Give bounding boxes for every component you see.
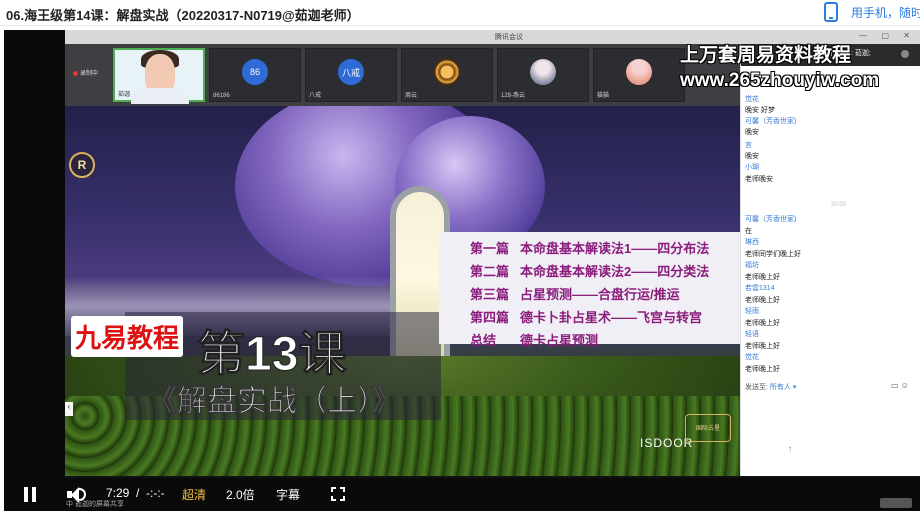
participant-tile-1: 86 86186 xyxy=(209,48,301,102)
brand-logo-icon: R xyxy=(69,152,95,178)
chat-message: 老师晚安 xyxy=(745,176,773,183)
shared-slide: R ‹ 第13课 九易教程 《解盘实战（上）》 第一篇 本命盘基本解读法1——四分… xyxy=(65,106,740,476)
chat-message: 老师晚上好 xyxy=(745,366,780,373)
participant-tile-4: 128-燕云 xyxy=(497,48,589,102)
chat-sender: 轻雨 xyxy=(745,308,759,315)
toc-part: 第四篇 xyxy=(470,310,510,325)
chat-send-target[interactable]: 发送至: 所有人 ▾ xyxy=(745,382,796,392)
chat-close-icon[interactable] xyxy=(901,50,909,58)
participant-name: 86186 xyxy=(213,93,230,99)
participant-avatar: 86 xyxy=(242,59,268,85)
toc-item: 第四篇 德卡卜卦占星术——飞宫与转宫 xyxy=(470,307,702,326)
fullscreen-icon[interactable] xyxy=(331,487,345,501)
video-player[interactable]: 腾讯会议 — ▢ ✕ 录制中 茹迦 86 86186 八戒 八戒 周云 128-… xyxy=(4,30,920,511)
participant-name: 猫猫 xyxy=(597,93,610,99)
video-title: 06.海王级第14课：解盘实战（20220317-N0719@茹迦老师） xyxy=(6,8,360,23)
watermark-text: 上万套周易资料教程 xyxy=(680,45,852,66)
chat-sender: 觉花 xyxy=(745,354,759,361)
chat-message: 老师晚上好 xyxy=(745,297,780,304)
slide-nav-arrow-icon[interactable]: ‹ xyxy=(65,402,73,416)
chat-sender: 若雲1314 xyxy=(745,285,775,292)
chat-send-icon[interactable]: ↑ xyxy=(788,444,792,453)
chat-sender: 觉花 xyxy=(745,96,759,103)
recording-indicator: 录制中 xyxy=(73,68,98,77)
participant-name: 茹迦 xyxy=(118,92,131,98)
chat-sender: 琳西 xyxy=(745,239,759,246)
brand-tag: 九易教程 xyxy=(71,316,184,357)
participant-name: 128-燕云 xyxy=(501,93,526,99)
participant-tile-3: 周云 xyxy=(401,48,493,102)
title-bar: 06.海王级第14课：解盘实战（20220317-N0719@茹迦老师） 用手机… xyxy=(0,0,920,26)
toc-text: 占星预测——合盘行运/推运 xyxy=(520,287,680,302)
chat-recipient-select[interactable]: 所有人 ▾ xyxy=(770,384,796,391)
toc-item: 总结 德卡占星预测 xyxy=(470,330,598,349)
speaker-body xyxy=(131,88,189,104)
participant-avatar: 八戒 xyxy=(338,59,364,85)
chat-message: 老师晚上好 xyxy=(745,343,780,350)
lesson-number: 第13课 xyxy=(196,328,347,382)
chat-sender: 福坊 xyxy=(745,262,759,269)
letterbox-left xyxy=(4,30,65,511)
brand-badge: 国际占星 xyxy=(685,414,731,442)
participant-strip: 录制中 茹迦 86 86186 八戒 八戒 周云 128-燕云 猫猫 xyxy=(65,44,740,106)
toc-item: 第一篇 本命盘基本解读法1——四分布法 xyxy=(470,238,709,257)
chat-message: 晚安 好梦 xyxy=(745,107,775,114)
duration: -:-:- xyxy=(146,486,165,500)
meeting-window-title: 腾讯会议 xyxy=(495,34,523,41)
toc-text: 德卡占星预测 xyxy=(520,333,599,348)
toc-part: 第一篇 xyxy=(470,241,510,256)
participant-name: 周云 xyxy=(405,93,418,99)
toc-text: 本命盘基本解读法1——四分布法 xyxy=(520,241,710,256)
chat-message: 老师晚上好 xyxy=(745,274,780,281)
recording-label: 录制中 xyxy=(80,71,99,77)
phone-link[interactable]: 用手机，随时 xyxy=(851,4,920,21)
minimize-bar-icon[interactable] xyxy=(880,498,912,508)
pause-icon[interactable] xyxy=(24,487,37,502)
quality-button[interactable]: 超清 xyxy=(182,486,206,503)
participant-avatar xyxy=(530,59,556,85)
chat-message: 晚安 xyxy=(745,153,759,160)
chat-time-divider: 20:00 xyxy=(831,202,847,208)
toc-part: 第三篇 xyxy=(470,287,510,302)
phone-link-group[interactable] xyxy=(824,2,838,22)
participant-avatar xyxy=(434,59,460,85)
participant-avatar xyxy=(626,59,652,85)
chat-tools-icon[interactable]: ▭ ☺ xyxy=(891,381,909,390)
chat-sender: 轻语 xyxy=(745,331,759,338)
toc-part: 总结 xyxy=(470,333,497,348)
participant-tile-2: 八戒 八戒 xyxy=(305,48,397,102)
toc-item: 第二篇 本命盘基本解读法2——四分类法 xyxy=(470,261,709,280)
participant-name: 八戒 xyxy=(309,93,322,99)
chat-sender: 言 xyxy=(745,142,752,149)
chat-message: 老师同学们晚上好 xyxy=(745,251,801,258)
subtitle-button[interactable]: 字幕 xyxy=(276,486,300,503)
lesson-subtitle: 《解盘实战（上）》 xyxy=(147,385,403,419)
record-dot-icon xyxy=(73,70,78,76)
chat-panel: 正在讲话: 茹迦; 觉花 晚安 好梦 可馨（芳香世家) 晚安 言 晚安 小瑚 老… xyxy=(740,44,920,476)
window-controls-icon: — ▢ ✕ xyxy=(859,31,916,40)
chat-sender: 小瑚 xyxy=(745,164,759,171)
toc-text: 本命盘基本解读法2——四分类法 xyxy=(520,264,710,279)
participant-tile-5: 猫猫 xyxy=(593,48,685,102)
chat-message: 在 xyxy=(745,228,752,235)
toc-part: 第二篇 xyxy=(470,264,510,279)
current-time: 7:29 xyxy=(106,486,130,500)
watermark-url: www.265zhouyiw.com xyxy=(680,70,880,91)
chat-sender: 可馨（芳香世家) xyxy=(745,118,797,125)
time-separator: / xyxy=(136,486,140,500)
chat-sender: 可馨（芳香世家) xyxy=(745,216,797,223)
toc-text: 德卡卜卦占星术——飞宫与转宫 xyxy=(520,310,703,325)
chat-send-label: 发送至: xyxy=(745,384,768,391)
screen-share-bar: 中 茹迦的屏幕共享 xyxy=(66,501,124,508)
participant-tile-0: 茹迦 xyxy=(113,48,205,104)
chat-message: 晚安 xyxy=(745,129,759,136)
toc-item: 第三篇 占星预测——合盘行运/推运 xyxy=(470,284,680,303)
chat-message: 老师晚上好 xyxy=(745,320,780,327)
phone-icon[interactable] xyxy=(824,2,838,22)
player-controls: 7:29 / -:-:- 超清 2.0倍 字幕 xyxy=(4,478,920,511)
speed-button[interactable]: 2.0倍 xyxy=(226,486,255,503)
